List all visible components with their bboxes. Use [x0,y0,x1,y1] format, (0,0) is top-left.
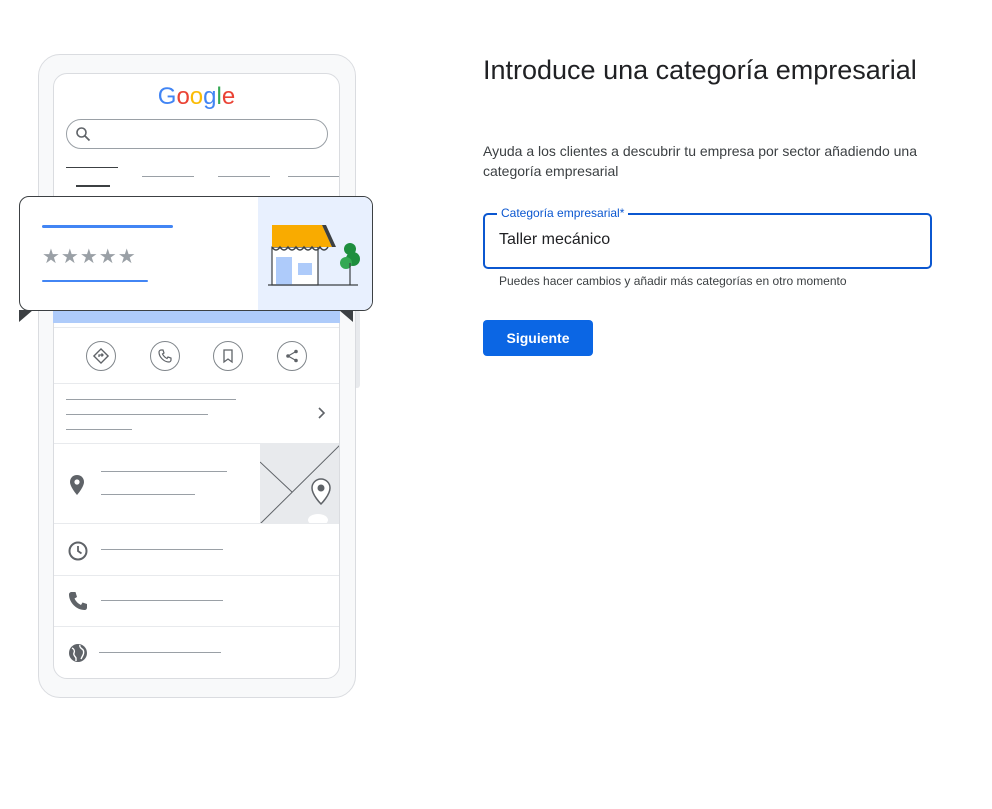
tab-line [142,176,194,177]
helper-text: Puedes hacer cambios y añadir más catego… [499,274,847,288]
placeholder-line [66,399,236,400]
card-band [53,310,340,323]
divider [54,327,339,328]
divider [54,523,339,524]
tab-indicator [76,185,110,187]
next-button[interactable]: Siguiente [483,320,593,356]
search-bar [66,119,328,149]
divider [54,383,339,384]
bookmark-icon [213,341,243,371]
placeholder-line [101,600,223,601]
page-title: Introduce una categoría empresarial [483,55,917,85]
share-icon [277,341,307,371]
directions-icon [86,341,116,371]
phone-screen: Google [53,73,340,679]
page-subtitle: Ayuda a los clientes a descubrir tu empr… [483,143,918,179]
chevron-right-icon [318,407,326,419]
tab-line-active [66,167,118,168]
google-logo: Google [157,83,236,110]
placeholder-line [101,494,195,495]
business-profile-illustration: Google ★★★★★ [0,0,400,809]
divider [54,626,339,627]
divider [54,575,339,576]
rating-stars: ★★★★★ [42,246,137,268]
business-category-input[interactable] [499,231,909,249]
business-name-line [42,225,173,228]
clock-icon [68,541,88,561]
storefront-icon [258,197,372,310]
category-line [42,280,148,282]
phone-icon [150,341,180,371]
location-pin-icon [70,475,84,495]
field-label: Categoría empresarial* [497,206,629,220]
business-category-field[interactable]: Categoría empresarial* [483,206,932,269]
search-icon [76,127,91,142]
card-shadow [19,310,33,322]
globe-icon [69,644,87,662]
map-thumbnail [260,444,339,524]
tab-line [288,176,339,177]
card-shadow [339,310,353,322]
placeholder-line [101,549,223,550]
phone-side-button [356,310,360,388]
placeholder-line [66,429,132,430]
placeholder-line [66,414,208,415]
phone-icon [69,592,87,610]
tab-line [218,176,270,177]
placeholder-line [99,652,221,653]
placeholder-line [101,471,227,472]
